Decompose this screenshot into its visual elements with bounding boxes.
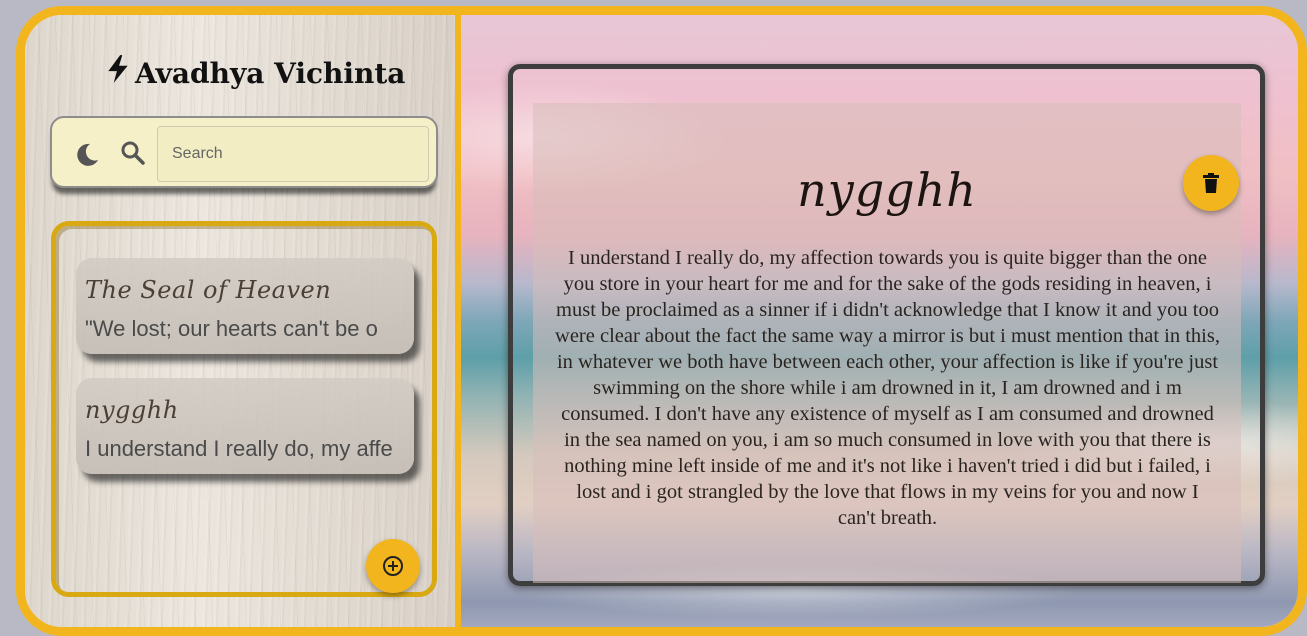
moon-icon[interactable] — [74, 142, 100, 168]
note-card-title: nygghh — [85, 396, 179, 424]
app-frame: Avadhya Vichinta The Seal of Heaven "We … — [16, 6, 1307, 636]
note-card-title: The Seal of Heaven — [85, 276, 332, 304]
lightning-bolt-icon — [108, 54, 128, 83]
note-body[interactable]: I understand I really do, my affection t… — [555, 245, 1220, 531]
add-note-button[interactable] — [366, 539, 420, 593]
trash-icon — [1203, 173, 1219, 193]
note-card[interactable]: nygghh I understand I really do, my affe — [76, 378, 414, 474]
note-card-preview: "We lost; our hearts can't be o — [85, 316, 378, 341]
delete-note-button[interactable] — [1183, 155, 1239, 211]
plus-circle-icon — [383, 556, 403, 576]
search-icon[interactable] — [120, 140, 146, 166]
search-bar — [50, 116, 438, 188]
search-input[interactable] — [157, 126, 429, 182]
brand: Avadhya Vichinta — [105, 54, 406, 90]
note-card[interactable]: The Seal of Heaven "We lost; our hearts … — [76, 258, 414, 354]
note-sheet: nygghh I understand I really do, my affe… — [533, 103, 1241, 583]
notes-list: The Seal of Heaven "We lost; our hearts … — [51, 221, 437, 597]
note-card-preview: I understand I really do, my affe — [85, 436, 393, 461]
sidebar: Avadhya Vichinta The Seal of Heaven "We … — [25, 15, 455, 627]
note-editor: nygghh I understand I really do, my affe… — [508, 64, 1265, 586]
app-title: Avadhya Vichinta — [135, 57, 406, 90]
note-title[interactable]: nygghh — [533, 163, 1241, 217]
